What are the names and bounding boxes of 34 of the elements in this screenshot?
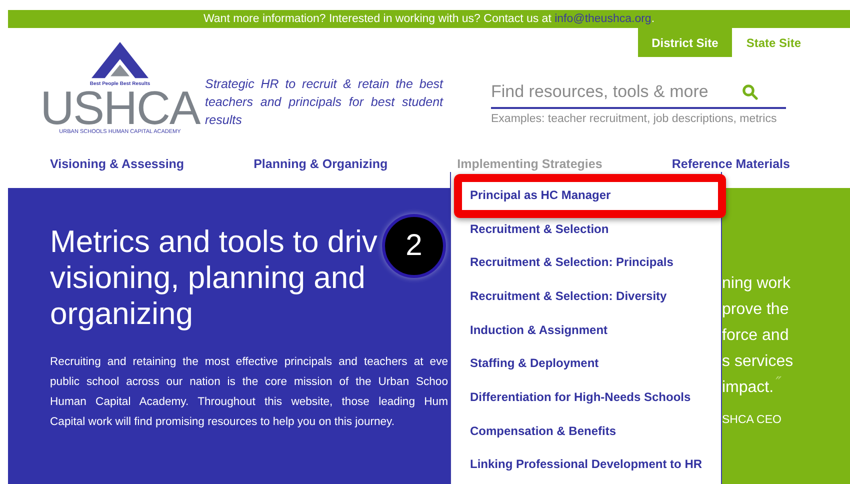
nav-link[interactable]: Visioning & Assessing xyxy=(50,157,184,171)
nav-link[interactable]: Reference Materials xyxy=(672,157,790,171)
menu-item[interactable]: Compensation & Benefits xyxy=(451,424,721,458)
search-icon[interactable] xyxy=(742,84,758,100)
menu-item[interactable]: Recruitment & Selection: Diversity xyxy=(451,289,721,323)
announcement-text: Want more information? Interested in working with us? Contact us at info@theushca.org. xyxy=(203,13,655,25)
search-hint: Examples: teacher recruitment, job descriptions, metrics xyxy=(491,113,778,125)
quote-line: impact. xyxy=(722,378,774,398)
menu-item[interactable]: Linking Professional Development to HR xyxy=(451,457,721,484)
mission-statement: Strategic HR to recruit & retain the best teachers and principals for best student results xyxy=(205,76,443,129)
menu-item[interactable]: Differentiation for High-Needs Schools xyxy=(451,390,721,424)
quote-attribution: SHCA CEO xyxy=(722,414,782,426)
logo-wordmark: USHCA xyxy=(40,87,200,129)
quote-mark: ″ xyxy=(776,376,782,390)
hero-title-line: Metrics and tools to driv xyxy=(50,224,378,260)
hero-text-line: public school across our nation is the core mission of the Urban Schoo xyxy=(50,375,448,390)
hero-title-line: visioning, planning and xyxy=(50,260,366,296)
hero-title-line: organizing xyxy=(50,296,194,332)
hero-text-line: Human Capital Academy. Throughout this website, those leading Hum xyxy=(50,395,448,410)
email-link[interactable]: info@theushca.org xyxy=(554,13,652,25)
menu-item[interactable]: Induction & Assignment xyxy=(451,322,721,356)
menu-item[interactable]: Staffing & Deployment xyxy=(451,356,721,390)
quote-line: s services xyxy=(722,352,794,372)
menu-item[interactable]: Recruitment & Selection: Principals xyxy=(451,255,721,290)
hero-text-line: Recruiting and retaining the most effective principals and teachers at eve xyxy=(50,355,448,370)
search-field[interactable]: Find resources, tools & more xyxy=(491,77,786,109)
hero-text-line: Capital work will find promising resources to help you on this journey. xyxy=(50,415,396,430)
quote-line: ning work xyxy=(722,274,790,294)
quote-line: prove the xyxy=(722,300,789,320)
nav-link[interactable]: Planning & Organizing xyxy=(254,157,388,171)
menu-item[interactable]: Recruitment & Selection xyxy=(451,222,721,256)
menu-item[interactable]: Principal as HC Manager xyxy=(451,188,721,222)
roof-icon xyxy=(91,42,149,80)
quote-line: force and xyxy=(722,326,789,346)
